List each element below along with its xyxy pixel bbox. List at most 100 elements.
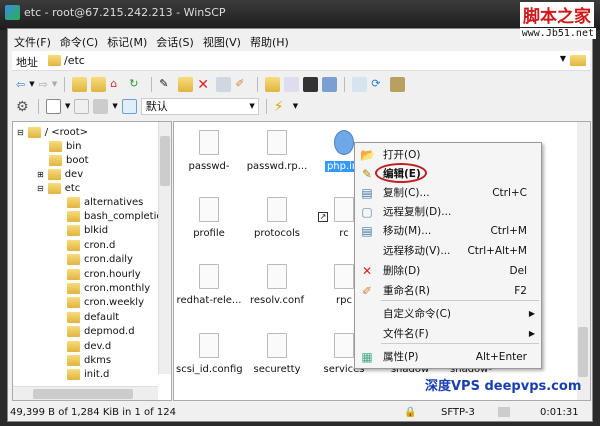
- context-menu-item-5[interactable]: 远程移动(V)... Ctrl+Alt+M: [355, 241, 541, 260]
- filter-icon[interactable]: [74, 98, 90, 114]
- file-item[interactable]: securetty: [244, 333, 310, 375]
- address-label: 地址: [16, 56, 38, 69]
- gear-icon[interactable]: ⚙: [16, 99, 31, 115]
- tree-item-depmod-d[interactable]: depmod.d: [67, 325, 135, 339]
- file-item[interactable]: passwd-: [176, 130, 242, 172]
- context-menu-item-4[interactable]: ▤ 移动(M)... Ctrl+M: [355, 221, 541, 240]
- add-edit-link-icon[interactable]: [284, 76, 300, 92]
- refresh-icon[interactable]: ↻: [129, 77, 144, 92]
- tree-item-default[interactable]: default: [67, 310, 119, 324]
- forward-icon[interactable]: ⇨: [39, 78, 48, 91]
- tree-toggle-icon[interactable]: [121, 98, 137, 114]
- menu-help[interactable]: 帮助(H): [250, 34, 289, 50]
- scroll-thumb[interactable]: [160, 136, 170, 186]
- context-menu-item-0[interactable]: 📂 打开(O): [355, 145, 541, 164]
- menu-view[interactable]: 视图(V): [203, 34, 241, 50]
- tree-item-blkid[interactable]: blkid: [67, 224, 108, 238]
- tree-item-bash-completion[interactable]: bash_completion: [67, 209, 169, 223]
- back-dropdown-icon[interactable]: ▼: [29, 80, 34, 88]
- folder-icon: [67, 268, 80, 280]
- watermark-footer: 深度VPS deepvps.com: [425, 379, 582, 394]
- tree-horizontal-scrollbar[interactable]: [13, 386, 158, 400]
- file-list-scrollbar[interactable]: [577, 122, 590, 400]
- file-name: securetty: [253, 364, 301, 375]
- tree-item-root[interactable]: ⊟ / <root>: [17, 125, 88, 139]
- putty-icon[interactable]: [322, 76, 338, 92]
- context-menu-item-10[interactable]: ▦ 属性(P) Alt+Enter: [355, 347, 541, 366]
- file-item[interactable]: scsi_id.config: [176, 333, 243, 375]
- copy-params-dropdown-icon[interactable]: ▼: [112, 102, 117, 110]
- menu-file[interactable]: 文件(F): [14, 34, 51, 50]
- file-item[interactable]: protocols: [244, 197, 310, 239]
- file-icon: [199, 197, 219, 222]
- tree-vertical-scrollbar[interactable]: [158, 122, 171, 374]
- address-input[interactable]: /etc: [64, 54, 85, 67]
- back-icon[interactable]: ⇦: [16, 78, 25, 91]
- forward-dropdown-icon[interactable]: ▼: [52, 80, 57, 88]
- parent-dir-icon[interactable]: [72, 76, 88, 92]
- shortcut-arrow-icon: ↗: [318, 212, 328, 222]
- context-menu-item-8[interactable]: 自定义命令(C) ▶: [355, 304, 541, 323]
- tree-item-dev[interactable]: ⊞ dev: [37, 167, 83, 181]
- menu-session[interactable]: 会话(S): [156, 34, 194, 50]
- transfer-profile-select[interactable]: 默认 ▼: [140, 97, 259, 115]
- tree-label: cron.d: [84, 239, 116, 251]
- properties-icon[interactable]: [216, 76, 232, 92]
- scroll-thumb[interactable]: [33, 389, 133, 399]
- watermark-url: www.Jb51.net: [519, 28, 596, 39]
- new-folder-icon[interactable]: [265, 76, 281, 92]
- scroll-thumb[interactable]: [578, 327, 588, 377]
- tree-item-cron-hourly[interactable]: cron.hourly: [67, 267, 141, 281]
- tree-item-cron-weekly[interactable]: cron.weekly: [67, 296, 144, 310]
- tree-item-etc[interactable]: ⊟ etc: [37, 181, 80, 195]
- tree-item-cron-monthly[interactable]: cron.monthly: [67, 281, 150, 295]
- file-item[interactable]: profile: [176, 197, 242, 239]
- folder-icon: [67, 225, 80, 237]
- remote-copy-icon: ▢: [361, 204, 373, 219]
- find-files-icon[interactable]: [390, 76, 406, 92]
- directory-tree[interactable]: ⊟ / <root> bin boot ⊞ dev ⊟ etc alternative…: [12, 121, 172, 401]
- tree-item-boot[interactable]: boot: [49, 153, 89, 167]
- collapse-icon[interactable]: ⊟: [37, 184, 44, 193]
- tree-item-alternatives[interactable]: alternatives: [67, 195, 143, 209]
- tree-item-cron-daily[interactable]: cron.daily: [67, 253, 133, 267]
- expand-icon[interactable]: ⊞: [37, 170, 44, 179]
- synchronize-icon[interactable]: [352, 76, 368, 92]
- context-menu-item-2[interactable]: ▤ 复制(C)... Ctrl+C: [355, 183, 541, 202]
- context-menu-item-3[interactable]: ▢ 远程复制(D)...: [355, 202, 541, 221]
- menu-item-label: 远程移动(V)...: [383, 245, 451, 257]
- copy-params-icon[interactable]: [93, 98, 109, 114]
- file-item[interactable]: passwd.rp...: [244, 130, 310, 172]
- edit-icon[interactable]: ✎: [159, 77, 174, 92]
- menu-mark[interactable]: 标记(M): [107, 34, 147, 50]
- file-icon: [199, 264, 219, 289]
- rename-icon: ✐: [361, 283, 373, 298]
- tree-item-bin[interactable]: bin: [49, 139, 81, 153]
- tree-item-dkms[interactable]: dkms: [67, 353, 111, 367]
- tree-item-init-d[interactable]: init.d: [67, 368, 109, 382]
- rename-icon[interactable]: ✐: [235, 77, 250, 92]
- home-icon[interactable]: ⌂: [110, 77, 125, 92]
- address-dropdown-icon[interactable]: ▼: [560, 54, 566, 63]
- preferences-lightning-icon[interactable]: ⚡: [274, 99, 289, 115]
- context-menu-item-6[interactable]: ✕ 删除(D) Del: [355, 261, 541, 280]
- console-icon[interactable]: [303, 76, 319, 92]
- delete-icon[interactable]: ✕: [197, 77, 212, 93]
- context-menu-item-9[interactable]: 文件名(F) ▶: [355, 324, 541, 343]
- tree-item-dev-d[interactable]: dev.d: [67, 339, 111, 353]
- tree-label: depmod.d: [84, 326, 135, 338]
- file-item[interactable]: resolv.conf: [244, 264, 310, 306]
- menu-command[interactable]: 命令(C): [60, 34, 98, 50]
- menu-item-shortcut: Ctrl+Alt+M: [467, 244, 527, 257]
- keep-up-to-date-icon[interactable]: ⟳: [371, 77, 386, 92]
- root-dir-icon[interactable]: [91, 76, 107, 92]
- open-folder-button[interactable]: [570, 55, 586, 66]
- open-icon[interactable]: [178, 76, 194, 92]
- tree-item-cron-d[interactable]: cron.d: [67, 238, 115, 252]
- file-item[interactable]: redhat-rele...: [176, 264, 242, 306]
- collapse-icon[interactable]: ⊟: [17, 128, 24, 137]
- context-menu-item-7[interactable]: ✐ 重命名(R) F2: [355, 281, 541, 300]
- view-mode-icon[interactable]: [46, 98, 61, 114]
- lightning-dropdown-icon[interactable]: ▼: [293, 102, 298, 110]
- view-dropdown-icon[interactable]: ▼: [65, 102, 70, 110]
